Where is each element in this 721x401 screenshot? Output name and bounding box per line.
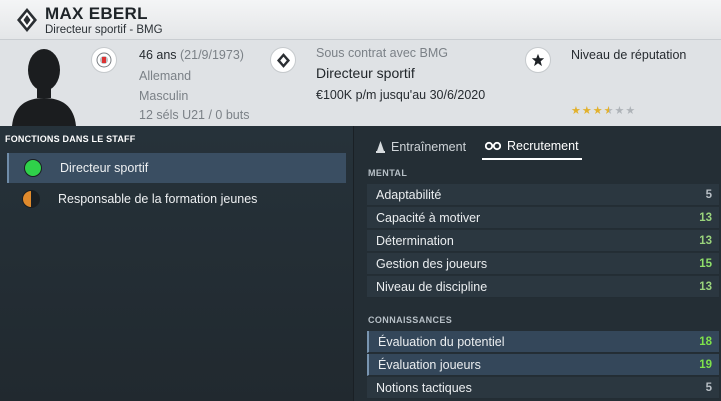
star-icon: ★	[592, 105, 603, 117]
contract-caption: Sous contrat avec BMG	[316, 46, 449, 60]
attribute-row[interactable]: Gestion des joueurs 15	[367, 253, 719, 275]
tab-training-label: Entraînement	[391, 140, 467, 154]
attribute-row[interactable]: Évaluation joueurs 19	[367, 354, 719, 376]
mental-section-title: MENTAL	[368, 168, 408, 178]
star-icon: ★	[625, 105, 636, 117]
staff-item-label: Responsable de la formation jeunes	[58, 192, 258, 206]
star-icon: ★	[571, 105, 581, 117]
attribute-name: Capacité à motiver	[376, 210, 481, 225]
reputation-label: Niveau de réputation	[571, 48, 687, 62]
nationality-flag-icon[interactable]	[91, 47, 117, 73]
staff-item-label: Directeur sportif	[60, 161, 149, 175]
club-crest-icon	[17, 8, 37, 32]
attribute-name: Gestion des joueurs	[376, 256, 488, 271]
attribute-value: 5	[705, 381, 712, 394]
staff-functions-title: FONCTIONS DANS LE STAFF	[5, 134, 136, 144]
status-dot-icon	[24, 159, 42, 177]
attribute-value: 15	[699, 257, 712, 270]
attribute-row[interactable]: Détermination 13	[367, 230, 719, 252]
attribute-row[interactable]: Capacité à motiver 13	[367, 207, 719, 229]
gender: Masculin	[139, 89, 189, 103]
reputation-stars: ★ ★ ★ ★ ★ ★	[571, 106, 635, 117]
page-subtitle: Directeur sportif - BMG	[45, 24, 163, 36]
attribute-row[interactable]: Niveau de discipline 13	[367, 276, 719, 298]
profile-header: MAX EBERL Directeur sportif - BMG	[0, 0, 721, 40]
staff-item-sporting-director[interactable]: Directeur sportif	[7, 153, 346, 183]
attribute-row[interactable]: Évaluation du potentiel 18	[367, 331, 719, 353]
attribute-name: Évaluation du potentiel	[378, 334, 505, 349]
cone-icon	[376, 141, 385, 153]
attribute-row[interactable]: Adaptabilité 5	[367, 184, 719, 206]
attribute-row[interactable]: Notions tactiques 5	[367, 377, 719, 399]
star-badge-icon	[525, 47, 551, 73]
tab-training[interactable]: Entraînement	[376, 134, 466, 160]
binoculars-icon	[485, 141, 501, 151]
attribute-value: 19	[699, 358, 712, 371]
tab-recruitment[interactable]: Recrutement	[482, 134, 582, 160]
star-icon: ★	[614, 105, 625, 117]
attribute-value: 13	[699, 280, 712, 293]
contract-terms: €100K p/m jusqu'au 30/6/2020	[316, 88, 486, 102]
age: 46 ans	[139, 48, 177, 62]
page-title: MAX EBERL	[45, 4, 148, 23]
attribute-name: Évaluation joueurs	[378, 357, 481, 372]
attribute-value: 13	[699, 211, 712, 224]
attributes-panel: Entraînement Recrutement MENTAL Adaptabi…	[353, 126, 721, 401]
attribute-value: 5	[705, 188, 712, 201]
contract-role: Directeur sportif	[316, 65, 415, 81]
info-band: 46 ans (21/9/1973) Allemand Masculin 12 …	[0, 40, 721, 126]
caps: 12 séls U21 / 0 buts	[139, 108, 250, 122]
nationality: Allemand	[139, 69, 192, 83]
tab-recruitment-label: Recrutement	[507, 139, 579, 153]
knowledge-section-title: CONNAISSANCES	[368, 315, 453, 325]
attribute-value: 18	[699, 335, 712, 348]
attribute-value: 13	[699, 234, 712, 247]
club-badge-icon[interactable]	[270, 47, 296, 73]
attribute-name: Adaptabilité	[376, 187, 442, 202]
star-icon: ★	[603, 105, 614, 117]
birthdate: (21/9/1973)	[180, 48, 244, 62]
star-icon: ★	[581, 105, 592, 117]
silhouette-icon	[12, 49, 76, 126]
attribute-name: Niveau de discipline	[376, 279, 488, 294]
staff-functions-panel: FONCTIONS DANS LE STAFF Directeur sporti…	[0, 126, 353, 401]
avatar	[0, 40, 88, 126]
status-dot-icon	[22, 190, 40, 208]
attribute-name: Notions tactiques	[376, 380, 472, 395]
staff-item-youth-director[interactable]: Responsable de la formation jeunes	[7, 184, 346, 214]
attribute-name: Détermination	[376, 233, 454, 248]
